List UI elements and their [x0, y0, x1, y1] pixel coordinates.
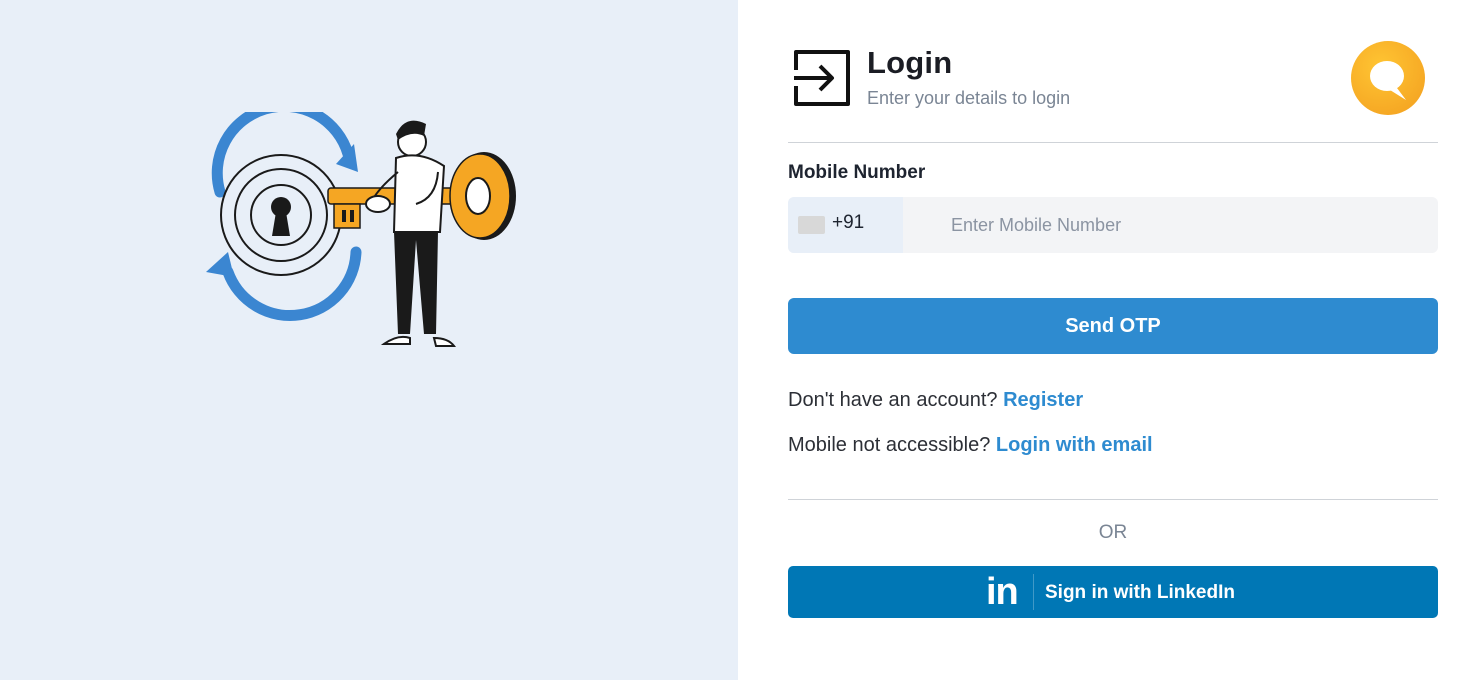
country-code: +91	[832, 212, 865, 233]
mobile-number-label: Mobile Number	[788, 162, 926, 183]
linkedin-icon: in	[986, 571, 1019, 613]
flag-icon	[798, 216, 825, 234]
linkedin-signin-button[interactable]: in Sign in with LinkedIn	[788, 566, 1438, 618]
mobile-number-input[interactable]	[903, 197, 1438, 253]
or-divider	[788, 499, 1438, 500]
login-with-email-link[interactable]: Login with email	[996, 434, 1153, 456]
or-separator-text: OR	[1098, 522, 1128, 543]
email-login-prompt: Mobile not accessible? Login with email	[788, 434, 1153, 457]
page-subtitle: Enter your details to login	[867, 88, 1071, 108]
chat-bubble-logo-icon	[1351, 41, 1425, 115]
linkedin-signin-label: Sign in with LinkedIn	[1045, 582, 1235, 603]
linkedin-separator	[1033, 574, 1034, 610]
login-panel: Login Enter your details to login Mobile…	[738, 0, 1475, 680]
email-login-prompt-text: Mobile not accessible?	[788, 434, 991, 456]
country-code-selector[interactable]: +91	[788, 197, 903, 253]
register-link[interactable]: Register	[1003, 389, 1083, 411]
phone-input-group: +91	[788, 197, 1438, 253]
header-divider	[788, 142, 1438, 143]
register-prompt: Don't have an account? Register	[788, 389, 1083, 412]
illustration-panel	[0, 0, 738, 680]
login-arrow-icon	[794, 50, 850, 106]
send-otp-button[interactable]: Send OTP	[788, 298, 1438, 354]
page-title: Login	[867, 45, 953, 80]
person-with-key-illustration	[206, 112, 516, 347]
register-prompt-text: Don't have an account?	[788, 389, 998, 411]
